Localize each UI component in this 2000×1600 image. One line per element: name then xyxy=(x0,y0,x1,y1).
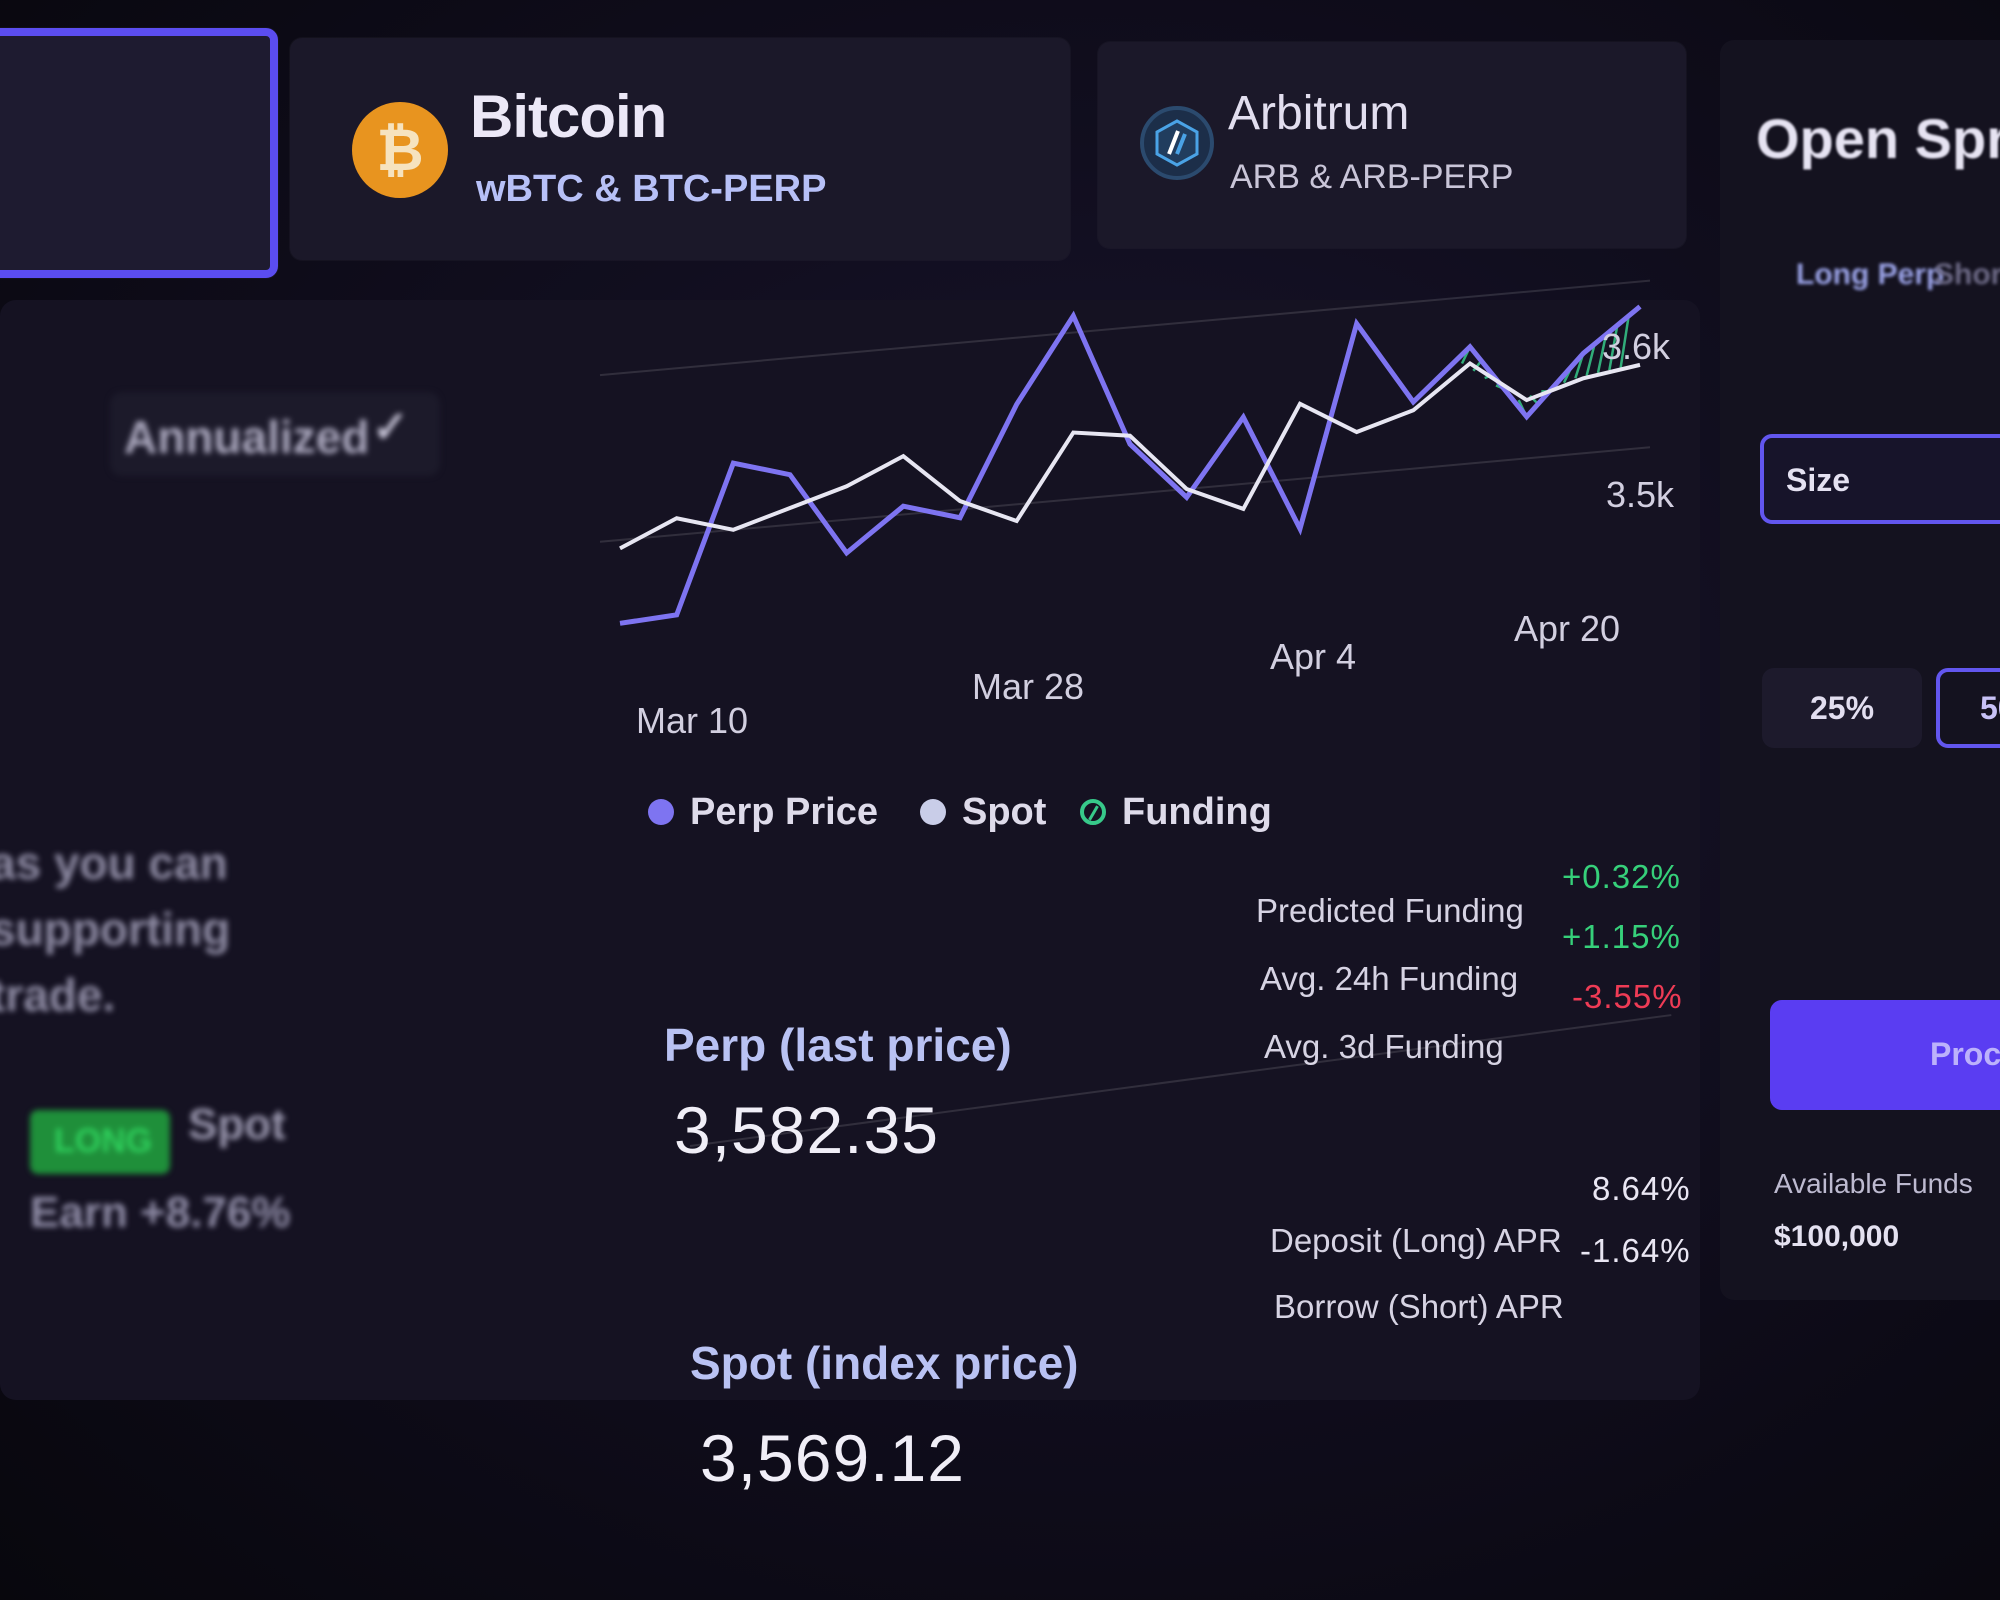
period-select[interactable]: Annualized ✓ xyxy=(110,392,440,476)
tab-long-perp[interactable]: Long Perp xyxy=(1796,258,1944,292)
y-tick-label: 3.5k xyxy=(1606,474,1675,515)
perp-price-swatch xyxy=(648,799,674,825)
legend-label: Perp Price xyxy=(690,790,878,833)
period-select-value: Annualized xyxy=(124,411,370,463)
predicted-funding-label: Predicted Funding xyxy=(1256,892,1524,929)
arbitrum-icon xyxy=(1140,106,1214,180)
earn-rate: Earn +8.76% xyxy=(30,1188,291,1237)
spot-price-line xyxy=(619,361,1641,551)
proceed-button-label: Proce xyxy=(1930,1036,2000,1072)
legend-funding[interactable]: Funding xyxy=(1080,782,1272,842)
percent-25-button[interactable]: 25% xyxy=(1762,668,1922,748)
position-type: Spot xyxy=(188,1100,286,1149)
market-pair: wBTC & BTC-PERP xyxy=(476,168,827,210)
legend-label: Spot xyxy=(962,790,1047,833)
chevron-down-icon: ✓ xyxy=(372,403,409,452)
spot-price-value: 3,569.12 xyxy=(700,1421,965,1495)
borrow-apr-label: Borrow (Short) APR xyxy=(1274,1288,1564,1325)
x-tick-label: Mar 10 xyxy=(636,700,749,741)
x-tick-label: Apr 20 xyxy=(1514,608,1621,649)
description-line: trade. xyxy=(0,969,116,1021)
available-funds-value: $100,000 xyxy=(1774,1220,1900,1253)
arbitrum-glyph xyxy=(1155,119,1199,167)
price-chart-svg xyxy=(599,279,1651,626)
description-line: as you can xyxy=(0,837,228,889)
percent-50-button[interactable]: 50 xyxy=(1936,668,2000,748)
market-pair: ARB & ARB-PERP xyxy=(1230,158,1514,196)
size-input[interactable]: Size xyxy=(1760,434,2000,524)
size-input-label: Size xyxy=(1786,462,1851,498)
perp-price-line xyxy=(619,304,1642,626)
legend-label: Funding xyxy=(1122,790,1272,833)
market-name: Arbitrum xyxy=(1228,87,1410,140)
deposit-apr-label: Deposit (Long) APR xyxy=(1270,1222,1562,1259)
borrow-apr-value: -1.64% xyxy=(1580,1232,1691,1269)
legend-spot[interactable]: Spot xyxy=(920,782,1046,842)
position-badge: LONG xyxy=(30,1110,170,1174)
position-badge-label: LONG xyxy=(54,1122,153,1160)
price-chart xyxy=(560,279,1720,760)
avg-3d-funding-label: Avg. 3d Funding xyxy=(1264,1028,1504,1065)
order-panel: Open Spread Long Perp Short Size 25% 50 … xyxy=(1720,40,2000,1300)
x-tick-label: Apr 4 xyxy=(1270,636,1357,677)
tab-short[interactable]: Short xyxy=(1934,258,2000,292)
available-funds-label: Available Funds xyxy=(1774,1168,1973,1199)
x-tick-label: Mar 28 xyxy=(972,666,1085,707)
predicted-funding-value: +0.32% xyxy=(1562,858,1681,895)
avg-24h-funding-value: +1.15% xyxy=(1562,918,1681,955)
chart-gridline xyxy=(599,279,1651,377)
spot-price-label: Spot (index price) xyxy=(690,1337,1079,1389)
order-panel-title: Open Spread xyxy=(1756,107,2000,170)
chart-gridline xyxy=(599,446,1651,543)
screen: ₿ Bitcoin wBTC & BTC-PERP Arbitrum ARB &… xyxy=(0,0,2000,1600)
market-card-arbitrum[interactable]: Arbitrum ARB & ARB-PERP xyxy=(1098,42,1686,248)
bitcoin-icon: ₿ xyxy=(352,102,448,198)
market-name: Bitcoin xyxy=(470,83,667,150)
description-line: supporting xyxy=(0,903,231,955)
funding-swatch xyxy=(1080,799,1106,825)
perp-price-label: Perp (last price) xyxy=(664,1019,1012,1071)
deposit-apr-value: 8.64% xyxy=(1592,1170,1691,1207)
avg-3d-funding-value: -3.55% xyxy=(1572,978,1683,1015)
y-tick-label: 3.6k xyxy=(1602,326,1671,367)
market-card-selected[interactable] xyxy=(0,28,278,278)
legend-perp-price[interactable]: Perp Price xyxy=(648,782,878,842)
proceed-button[interactable]: Proce xyxy=(1770,1000,2000,1110)
spot-swatch xyxy=(920,799,946,825)
avg-24h-funding-label: Avg. 24h Funding xyxy=(1260,960,1519,997)
market-card-bitcoin[interactable]: ₿ Bitcoin wBTC & BTC-PERP xyxy=(290,38,1070,260)
